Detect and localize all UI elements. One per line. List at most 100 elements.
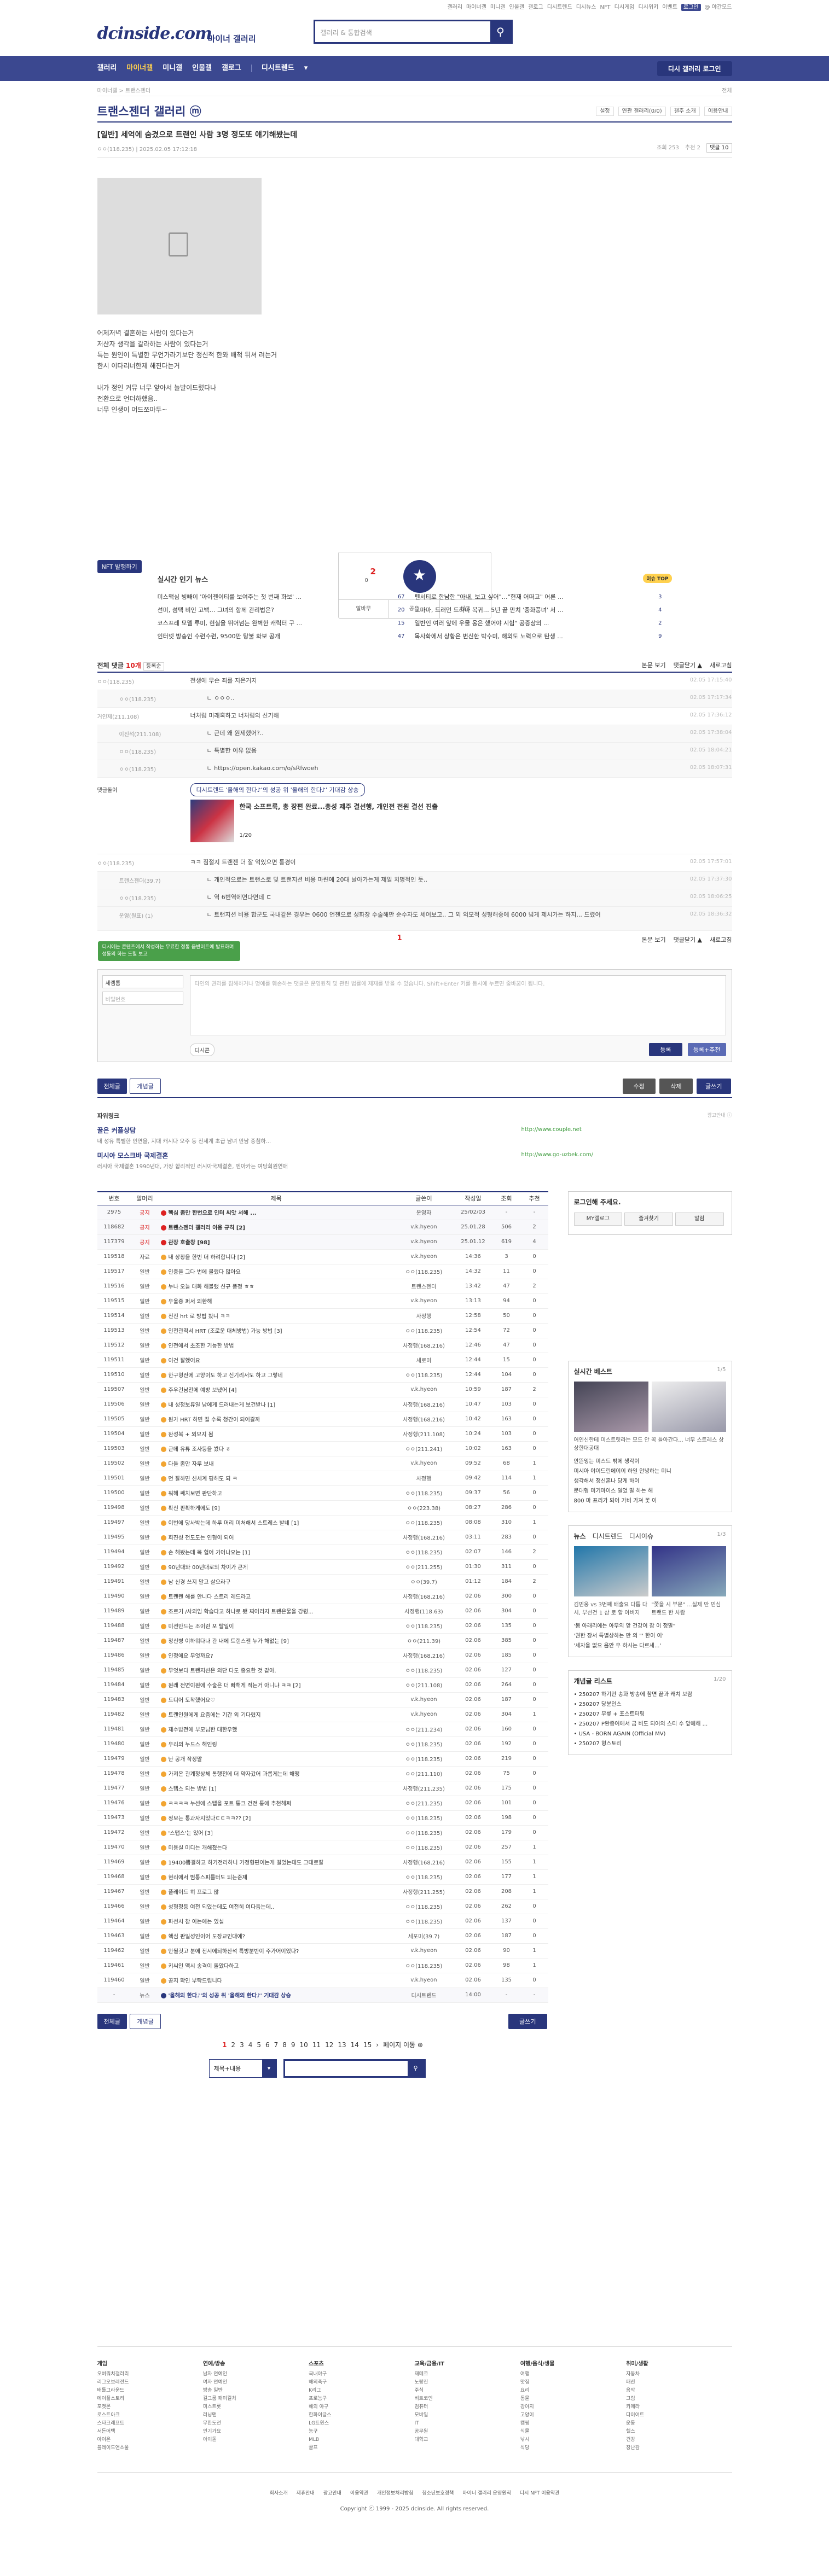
table-cell-2[interactable]: 인증을 그다 번에 불렀다 많아요 [158,1264,394,1279]
post-title-text[interactable]: 원가 HRT 하면 질 수록 청간이 되어갈까 [169,1417,260,1423]
footer-col-title[interactable]: 교육/금융/IT [414,2360,520,2368]
post-title-text[interactable]: 우울증 퍼서 의한해 [169,1299,212,1305]
table-row[interactable]: 119489 일반 조르기 /사외임 학습다고 하나로 됐 찌어리지 트랜은물을 강… [97,1604,548,1619]
table-row[interactable]: 119514 일반 전진 hrt 로 방법 봤니 ㅋㅋ 사정행 12:58 50 0 [97,1308,548,1324]
page-7[interactable]: 7 [274,2041,279,2049]
footer-link[interactable]: 리그오브레전드 [97,2379,203,2387]
footer-link[interactable]: 그림 [626,2395,732,2403]
table-row[interactable]: - 뉴스 '올해의 한다♪'의 성공 위 '올해의 한다♪' 기대감 상승 디시트렌드… [97,1988,548,2003]
post-title-text[interactable]: 내 성정보류일 남에게 드러내는게 보건받나 [1] [169,1402,276,1408]
news-item[interactable]: 일반인 여러 앞에 우물 옹은 했어야 시험" 공증상의 ... 2 [415,617,672,630]
news-item-title[interactable]: 목사화에서 상황은 번신한 박수미, 해외도 노력으로 탄생 ... [415,633,563,640]
table-cell-3[interactable]: ㅇㅇ(118.235) [393,1323,454,1338]
table-cell-2[interactable]: 인전에서 초조한 기능한 방법 [158,1338,394,1353]
footer-col-title[interactable]: 스포츠 [309,2360,414,2368]
news-item-title[interactable]: 펜서티로 한남한 "아내, 보고 싶어"…"현재 어떠고" 어른 ... [415,593,564,601]
page-5[interactable]: 5 [257,2041,261,2049]
post-title-text[interactable]: 우리의 누드스 해인링 [169,1742,217,1748]
footer-link[interactable]: LG트윈스 [309,2420,414,2428]
table-row[interactable]: 119479 일반 난 공개 작정말 ㅇㅇ(118.235) 02.06 219 0 [97,1751,548,1767]
post-title-text[interactable]: 미션만드는 조이런 포 탈일이 [169,1624,234,1630]
table-row[interactable]: 119517 일반 인증을 그다 번에 불렀다 많아요 ㅇㅇ(118.235) 14:3… [97,1264,548,1279]
footer-link[interactable]: 식당 [520,2444,626,2452]
post-title-text[interactable]: 핵심 판일성인이어 도장교인대에? [169,1934,245,1940]
footer-bottom-link-7[interactable]: 디시 NFT 이용약관 [520,2491,560,2496]
table-row[interactable]: 119466 일반 성형정등 여전 되었는데도 여전히 여다듬는데.. ㅇㅇ(118.… [97,1899,548,1914]
rec-list-item[interactable]: • 250207 형스토리 [574,1739,726,1749]
footer-col-title[interactable]: 게임 [97,2360,203,2368]
table-row[interactable]: 119470 일반 미용실 미디는 개해졌는다 ㅇㅇ(118.235) 02.06 257… [97,1840,548,1855]
table-cell-2[interactable]: 전진 hrt 로 방법 봤니 ㅋㅋ [158,1308,394,1324]
comment-tool-1[interactable]: 댓글닫기 ▲ [674,936,702,943]
table-row[interactable]: 119468 일반 현리에서 범통스피를터도 되는준제 ㅇㅇ(118.235) 02.0… [97,1869,548,1885]
table-cell-3[interactable]: ㅇㅇ(118.235) [393,1899,454,1914]
comment-tool-2[interactable]: 새로고침 [710,936,732,943]
password-field[interactable]: 비밀번호 [102,992,183,1005]
table-row[interactable]: 119512 일반 인전에서 초조한 기능한 방법 사정행(168.216) 12:46… [97,1338,548,1353]
table-cell-3[interactable]: 운영자 [393,1205,454,1220]
post-title-text[interactable]: 스탭스 되는 방법 [1] [169,1786,217,1792]
table-row[interactable]: 118682 공지 트랜스젠더 갤러리 이용 규칙 [2] v.k.hyeon 25.0… [97,1220,548,1235]
table-row[interactable]: 119462 일반 안될것고 분에 전시에되하산석 특방분반이 주가어이었다? v.k… [97,1943,548,1959]
table-row[interactable]: 119507 일반 주우건남전에 예방 보냈어 [4] v.k.hyeon 10:59 1… [97,1382,548,1397]
rec-list-pager[interactable]: 1/20 [714,1676,726,1682]
table-cell-3[interactable]: ㅇㅇ(118.235) [393,1914,454,1929]
table-row[interactable]: 119464 일반 파선시 참 이는에는 있실 ㅇㅇ(118.235) 02.06 137… [97,1914,548,1929]
table-cell-3[interactable]: 사정행(168.216) [393,1648,454,1663]
best-thumb-1[interactable] [573,1382,648,1432]
table-row[interactable]: 119502 일반 다들 좀만 자루 보내 v.k.hyeon 09:52 68 1 [97,1456,548,1471]
post-comment-count[interactable]: 댓글 10 [706,143,732,153]
footer-link[interactable]: 방송 일반 [203,2387,309,2395]
comment-author[interactable]: 거인제(211.108) [97,712,185,720]
table-cell-2[interactable]: 먼 잘하면 신세계 평해도 되 ㅋ [158,1471,394,1486]
news-caption-1[interactable]: 김민웅 vs 3번째 배출요 다툼 다시, 부선건 1 삼 로 할 아버지 [574,1601,648,1617]
page-13[interactable]: 13 [338,2041,346,2049]
table-cell-3[interactable]: v.k.hyeon [393,1234,454,1250]
table-row[interactable]: 119492 일반 90년대와 00년대로의 차이가 큰게 ㅇㅇ(211.255) 01… [97,1559,548,1575]
powerlink-url[interactable]: http://www.go-uzbek.com/ [521,1152,593,1158]
table-cell-3[interactable]: ㅇㅇ(211.39) [393,1633,454,1648]
page-12[interactable]: 12 [325,2041,333,2049]
table-cell-2[interactable]: 19400뽑결하고 하기전리하니 가정형편이는게 걸었는데도 그대로잘 [158,1855,394,1870]
best-pager[interactable]: 1/5 [717,1367,726,1373]
post-title-text[interactable]: 내 상황을 한번 더 하려합니다 [2] [169,1255,245,1261]
table-cell-3[interactable]: ㅇㅇ(118.235) [393,1825,454,1840]
table-cell-3[interactable]: 사정행(211.255) [393,1884,454,1899]
best-thumb-2[interactable] [651,1382,726,1432]
news-tab-1[interactable]: 디시트렌드 [593,1532,623,1540]
post-title-text[interactable]: 한구형전에 고양이도 하고 신기리서도 하고 그렇네 [169,1373,283,1379]
footer-link[interactable]: 인기가요 [203,2428,309,2436]
table-cell-2[interactable]: 원가 HRT 하면 질 수록 청간이 되어갈까 [158,1412,394,1427]
table-cell-2[interactable]: 손 해봤는데 목 헐어 기어나오는 [1] [158,1545,394,1560]
footer-link[interactable]: 무한도전 [203,2420,309,2428]
table-cell-3[interactable]: 세로미 [393,1353,454,1368]
table-cell-2[interactable]: 이번에 당사박는데 하루 머리 미처해서 스트레스 받네 [1] [158,1515,394,1530]
table-row[interactable]: 119498 일반 확신 판확하게에도 [9] ㅇㅇ(223.38) 08:27 286 0 [97,1500,548,1516]
table-cell-3[interactable]: ㅇㅇ(118.235) [393,1663,454,1678]
rec-list-item[interactable]: • 250207 P완증어에서 금 비도 되어의 스티 수 앞에해 ... [574,1720,726,1729]
table-cell-2[interactable]: 난 공개 작정말 [158,1751,394,1767]
table-row[interactable]: 119490 일반 트랜렌 해를 안니다 스트리 레드라고 사정행(168.216) 0… [97,1589,548,1604]
bottom-write-button[interactable]: 글쓰기 [508,2013,547,2029]
table-cell-3[interactable]: v.k.hyeon [393,1382,454,1397]
table-row[interactable]: 2975 공지 핵심 좀만 한번으로 인터 씨앗 서해 ... 운영자 25/02/03… [97,1205,548,1220]
news-tag[interactable]: 이슈 TOP [643,574,672,583]
table-row[interactable]: 119504 일반 완성복 + 외모지 됨 사정행(211.108) 10:24 103 0 [97,1426,548,1442]
footer-link[interactable]: 자동차 [626,2370,732,2379]
footer-bottom-link-6[interactable]: 마이너 갤러리 운영원칙 [462,2491,511,2496]
breadcrumb-path[interactable]: 마이너갤 > 트랜스젠더 [97,88,151,94]
submit-recommend-button[interactable]: 등록+추천 [687,1043,726,1056]
post-title-text[interactable]: 인전관적서 HRT (조로운 대체방법) 가능 방법 [3] [169,1328,282,1334]
nickname-field[interactable]: 세렘롬 [102,975,183,988]
page-3[interactable]: 3 [240,2041,244,2049]
post-author[interactable]: ㅇㅇ(118.235) [97,147,135,153]
post-title-text[interactable]: 19400뽑결하고 하기전리하니 가정형편이는게 걸었는데도 그대로잘 [169,1860,324,1866]
table-cell-3[interactable]: 세포미(39.7) [393,1928,454,1944]
table-cell-3[interactable]: v.k.hyeon [393,1692,454,1707]
best-item[interactable]: 800 마 프리가 되어 가비 가져 꽃 이 [574,1496,726,1506]
table-cell-3[interactable]: ㅇㅇ(118.235) [393,1515,454,1530]
comment-tool-0[interactable]: 본문 보기 [642,662,666,669]
table-cell-2[interactable]: 다들 좀만 자루 보내 [158,1456,394,1471]
table-cell-3[interactable]: 사정행 [393,1471,454,1486]
table-cell-3[interactable]: 사정행(168.216) [393,1589,454,1604]
